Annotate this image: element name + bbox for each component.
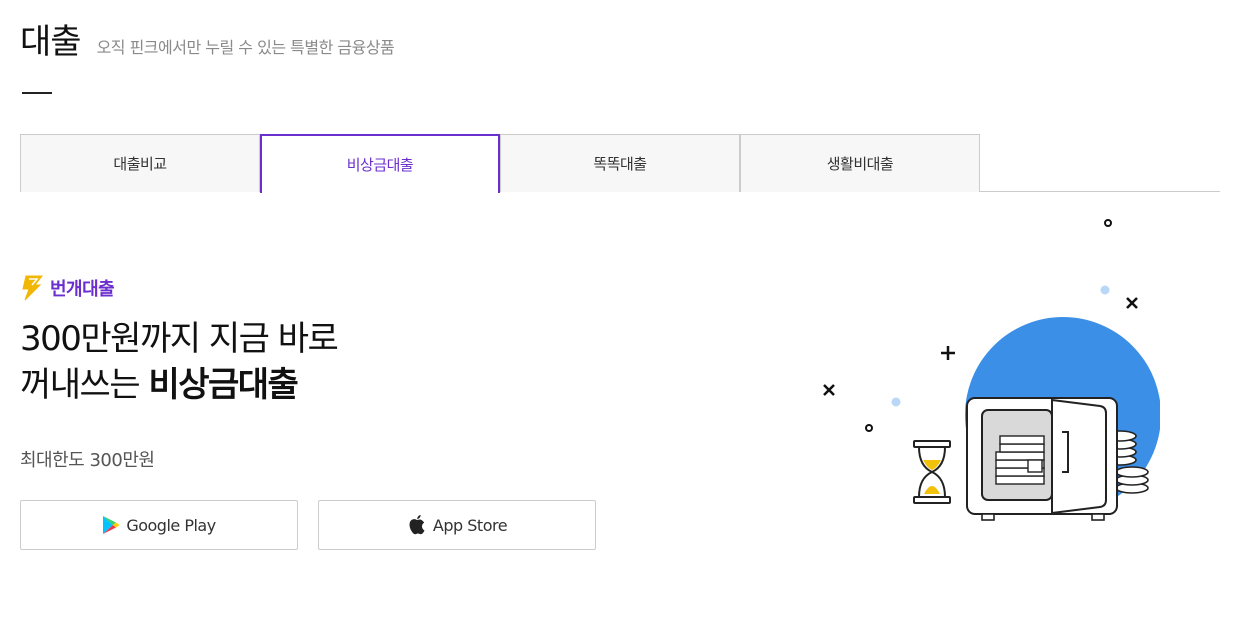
safe-illustration (810, 210, 1161, 530)
page-title: 대출 (20, 22, 82, 62)
app-store-label: App Store (432, 515, 508, 535)
page-subtitle: 오직 핀크에서만 누릴 수 있는 특별한 금융상품 (96, 38, 395, 57)
safe-with-money-icon (823, 219, 1161, 521)
headline-line-2-prefix: 꺼내쓰는 (20, 365, 149, 405)
apple-icon (407, 514, 427, 536)
tab-loan-compare[interactable]: 대출비교 (20, 134, 260, 192)
badge-label: 번개대출 (50, 279, 115, 300)
headline-line-2-strong: 비상금대출 (148, 365, 298, 405)
tab-emergency-loan[interactable]: 비상금대출 (260, 134, 500, 193)
google-play-button[interactable]: Google Play (20, 500, 298, 550)
title-divider (22, 92, 52, 94)
headline-line-2: 꺼내쓰는 비상금대출 (20, 362, 337, 408)
google-play-icon (102, 515, 120, 535)
loan-limit-text: 최대한도 300만원 (20, 450, 155, 471)
google-play-label: Google Play (126, 515, 216, 535)
headline-line-1: 300만원까지 지금 바로 (20, 319, 339, 359)
page-header: 대출 오직 핀크에서만 누릴 수 있는 특별한 금융상품 (20, 14, 395, 63)
tab-smart-loan[interactable]: 똑똑대출 (500, 134, 740, 192)
tab-living-expense-loan[interactable]: 생활비대출 (740, 134, 980, 192)
product-badge: 번개대출 (20, 275, 115, 301)
app-store-button[interactable]: App Store (318, 500, 596, 550)
loan-tabs: 대출비교 비상금대출 똑똑대출 생활비대출 (20, 134, 1220, 193)
lightning-bolt-icon (20, 275, 44, 301)
product-headline: 300만원까지 지금 바로 꺼내쓰는 비상금대출 (20, 316, 339, 408)
